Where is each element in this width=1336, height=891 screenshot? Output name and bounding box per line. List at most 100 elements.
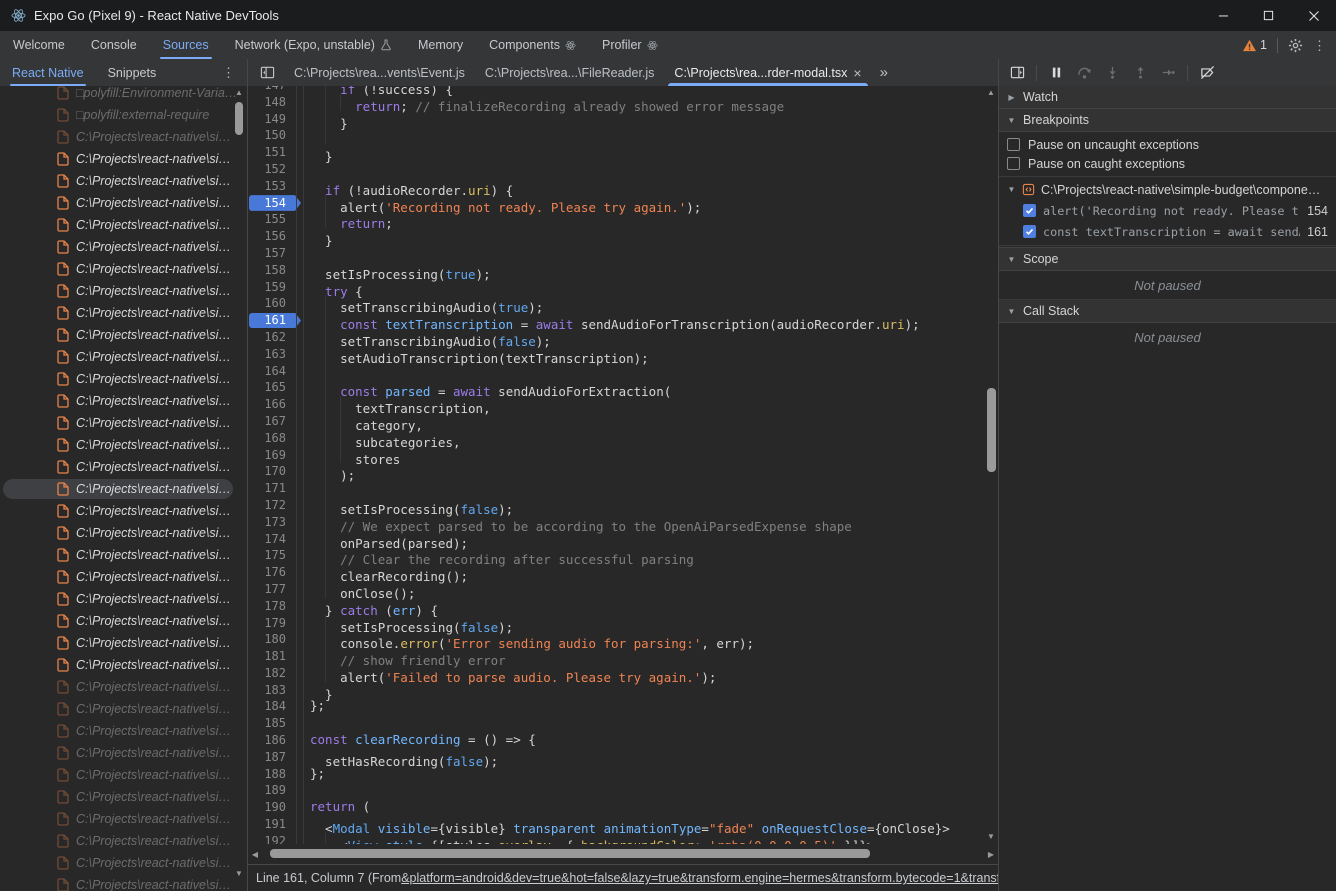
main-tab-network-expo-unstable[interactable]: Network (Expo, unstable): [222, 31, 405, 59]
scrollbar-thumb[interactable]: [987, 388, 996, 472]
line-number[interactable]: 153: [248, 178, 294, 195]
file-tree-item[interactable]: C:\Projects\react-native\si…: [0, 500, 247, 522]
line-number[interactable]: 191: [248, 816, 294, 833]
code-line[interactable]: 161const textTranscription = await sendA…: [248, 312, 984, 329]
file-tree-item[interactable]: C:\Projects\react-native\si…: [0, 412, 247, 434]
line-number[interactable]: 192: [248, 833, 294, 844]
line-number[interactable]: 179: [248, 615, 294, 632]
tab-overflow-button[interactable]: »: [872, 59, 896, 86]
maximize-button[interactable]: [1246, 0, 1291, 31]
code-line[interactable]: 151}: [248, 144, 984, 161]
code-line[interactable]: 167category,: [248, 413, 984, 430]
file-tree-item[interactable]: C:\Projects\react-native\si…: [0, 610, 247, 632]
scroll-right-icon[interactable]: ▶: [984, 850, 998, 859]
file-tree-item[interactable]: C:\Projects\react-native\si…: [0, 588, 247, 610]
code-line[interactable]: 154alert('Recording not ready. Please tr…: [248, 195, 984, 212]
line-number[interactable]: 175: [248, 547, 294, 564]
main-tab-profiler[interactable]: Profiler: [589, 31, 671, 59]
scroll-down-icon[interactable]: ▼: [233, 869, 245, 879]
line-number[interactable]: 165: [248, 379, 294, 396]
scroll-down-icon[interactable]: ▼: [985, 832, 997, 842]
line-number[interactable]: 148: [248, 94, 294, 111]
file-tree-item[interactable]: C:\Projects\react-native\si…: [0, 258, 247, 280]
line-number[interactable]: 181: [248, 648, 294, 665]
breakpoint-entry[interactable]: const textTranscription = await sendA…16…: [999, 221, 1336, 242]
file-tree-item[interactable]: C:\Projects\react-native\si…: [0, 126, 247, 148]
code-line[interactable]: 173// We expect parsed to be according t…: [248, 514, 984, 531]
source-url-link[interactable]: &platform=android&dev=true&hot=false&laz…: [401, 871, 998, 885]
file-tree-item[interactable]: C:\Projects\react-native\si…: [0, 654, 247, 676]
breakpoints-section-header[interactable]: ▼ Breakpoints: [999, 109, 1336, 132]
file-tree-item[interactable]: C:\Projects\react-native\si…: [0, 280, 247, 302]
main-tab-console[interactable]: Console: [78, 31, 150, 59]
editor-tab-c-projects-rea-rder-modal-tsx[interactable]: C:\Projects\rea...rder-modal.tsx×: [664, 59, 871, 86]
code-line[interactable]: 172setIsProcessing(false);: [248, 497, 984, 514]
code-line[interactable]: 158setIsProcessing(true);: [248, 262, 984, 279]
warning-badge[interactable]: 1: [1242, 38, 1267, 52]
line-number[interactable]: 180: [248, 631, 294, 648]
code-line[interactable]: 192<View style={[styles.overlay, { backg…: [248, 833, 984, 844]
code-line[interactable]: 153if (!audioRecorder.uri) {: [248, 178, 984, 195]
scroll-up-icon[interactable]: ▲: [985, 88, 997, 98]
line-number[interactable]: 186: [248, 732, 294, 749]
code-line[interactable]: 177onClose();: [248, 581, 984, 598]
line-number[interactable]: 160: [248, 295, 294, 312]
line-number[interactable]: 184: [248, 698, 294, 715]
line-number[interactable]: 163: [248, 346, 294, 363]
file-tree-item[interactable]: C:\Projects\react-native\si…: [0, 874, 247, 891]
code-line[interactable]: 189: [248, 782, 984, 799]
file-tree-item[interactable]: C:\Projects\react-native\si…: [0, 720, 247, 742]
line-number[interactable]: 152: [248, 161, 294, 178]
line-number[interactable]: 164: [248, 363, 294, 380]
file-tree-item[interactable]: C:\Projects\react-native\si…: [0, 236, 247, 258]
code-line[interactable]: 169stores: [248, 447, 984, 464]
line-number[interactable]: 174: [248, 531, 294, 548]
line-number[interactable]: 162: [248, 329, 294, 346]
scope-section-header[interactable]: ▼ Scope: [999, 247, 1336, 271]
file-tree-item[interactable]: C:\Projects\react-native\si…: [0, 368, 247, 390]
file-tree-item[interactable]: C:\Projects\react-native\si…: [0, 742, 247, 764]
file-tree-item[interactable]: C:\Projects\react-native\si…: [0, 148, 247, 170]
scroll-left-icon[interactable]: ◀: [248, 850, 262, 859]
scrollbar-thumb[interactable]: [235, 102, 243, 135]
main-tab-memory[interactable]: Memory: [405, 31, 476, 59]
sidebar-kebab-icon[interactable]: ⋮: [222, 66, 235, 79]
toggle-sidebar-icon[interactable]: [248, 59, 284, 86]
line-number[interactable]: 166: [248, 396, 294, 413]
file-tree-item[interactable]: C:\Projects\react-native\si…: [0, 170, 247, 192]
code-line[interactable]: 182alert('Failed to parse audio. Please …: [248, 665, 984, 682]
sidebar-tab-snippets[interactable]: Snippets: [96, 59, 169, 86]
scrollbar-track[interactable]: [262, 844, 984, 864]
code-line[interactable]: 163setAudioTranscription(textTranscripti…: [248, 346, 984, 363]
code-line[interactable]: 191<Modal visible={visible} transparent …: [248, 816, 984, 833]
breakpoint-checkbox[interactable]: [1023, 204, 1036, 217]
code-line[interactable]: 148return; // finalizeRecording already …: [248, 94, 984, 111]
editor-vertical-scrollbar[interactable]: ▲ ▼: [984, 86, 998, 844]
line-number[interactable]: 176: [248, 564, 294, 581]
file-tree-item[interactable]: C:\Projects\react-native\si…: [0, 764, 247, 786]
deactivate-breakpoints-button[interactable]: [1195, 62, 1219, 84]
file-tree-item[interactable]: C:\Projects\react-native\si…: [0, 852, 247, 874]
file-tree-item[interactable]: C:\Projects\react-native\si…: [0, 698, 247, 720]
code-line[interactable]: 179setIsProcessing(false);: [248, 615, 984, 632]
close-button[interactable]: [1291, 0, 1336, 31]
line-number[interactable]: 151: [248, 144, 294, 161]
line-number[interactable]: 168: [248, 430, 294, 447]
breakpoint-line-number[interactable]: 161: [248, 312, 294, 329]
main-tab-welcome[interactable]: Welcome: [0, 31, 78, 59]
breakpoint-entry[interactable]: alert('Recording not ready. Please tr…15…: [999, 200, 1336, 221]
pause-option-pause-on-uncaught-exceptions[interactable]: Pause on uncaught exceptions: [999, 135, 1336, 154]
code-line[interactable]: 168subcategories,: [248, 430, 984, 447]
breakpoint-line-number[interactable]: 154: [248, 195, 294, 212]
toggle-right-panel-button[interactable]: [1005, 62, 1029, 84]
line-number[interactable]: 185: [248, 715, 294, 732]
code-line[interactable]: 185: [248, 715, 984, 732]
code-line[interactable]: 157: [248, 245, 984, 262]
line-number[interactable]: 182: [248, 665, 294, 682]
scrollbar-thumb[interactable]: [270, 849, 870, 858]
breakpoint-checkbox[interactable]: [1023, 225, 1036, 238]
file-tree-item[interactable]: C:\Projects\react-native\si…: [0, 632, 247, 654]
line-number[interactable]: 187: [248, 749, 294, 766]
line-number[interactable]: 188: [248, 766, 294, 783]
main-tab-sources[interactable]: Sources: [150, 31, 222, 59]
